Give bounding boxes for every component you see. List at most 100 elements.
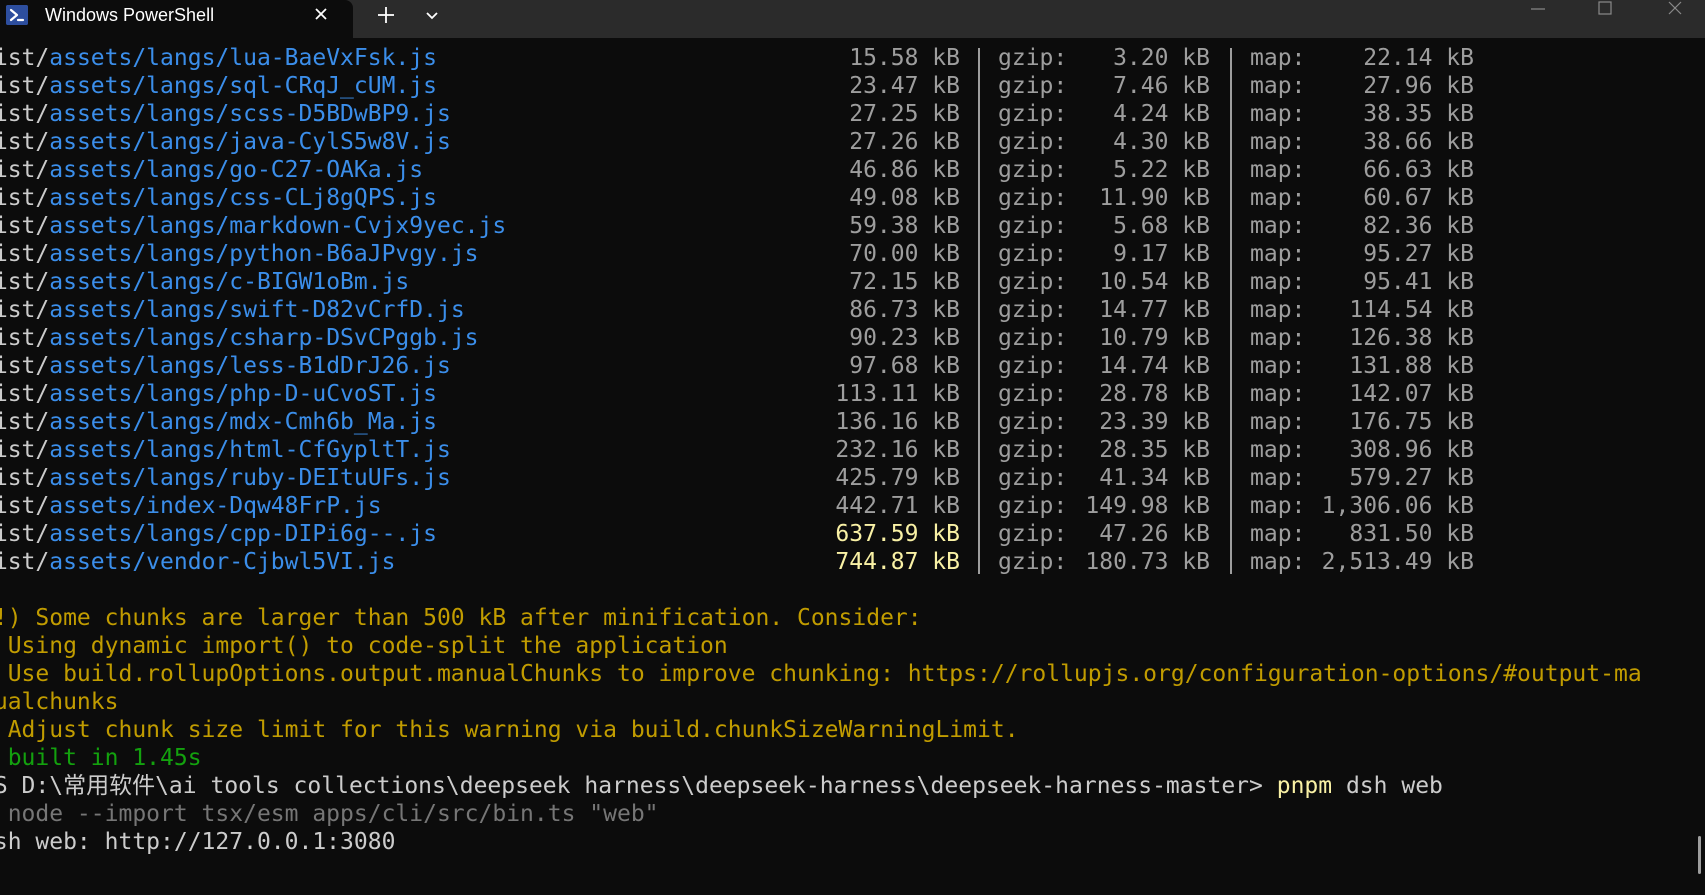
- asset-path: dist/assets/langs/c-BIGW1oBm.js: [0, 268, 409, 296]
- asset-path: dist/assets/langs/markdown-Cvjx9yec.js: [0, 212, 506, 240]
- asset-size: 23.47 kB: [849, 73, 960, 99]
- gzip-size: 11.90 kB: [1099, 185, 1210, 211]
- asset-path-prefix: dist/: [0, 381, 50, 407]
- map-size: 82.36 kB: [1363, 213, 1474, 239]
- asset-path-file: assets/langs/markdown-Cvjx9yec.js: [49, 213, 507, 239]
- tab-powershell[interactable]: Windows PowerShell: [0, 0, 353, 38]
- map-label: map:: [1250, 409, 1306, 435]
- map-label: map:: [1250, 437, 1306, 463]
- gzip-size: 4.30 kB: [1113, 129, 1210, 155]
- map-size: 22.14 kB: [1363, 45, 1474, 71]
- gzip-size: 28.35 kB: [1099, 437, 1210, 463]
- asset-size: 46.86 kB: [849, 157, 960, 183]
- asset-path-prefix: dist/: [0, 185, 50, 211]
- asset-path-file: assets/langs/sql-CRqJ_cUM.js: [49, 73, 437, 99]
- asset-size: 232.16 kB: [835, 437, 960, 463]
- command-args: dsh web: [1332, 773, 1443, 799]
- new-tab-button[interactable]: [373, 2, 399, 28]
- terminal-output[interactable]: dist/assets/langs/lua-BaeVxFsk.js 15.58 k…: [0, 38, 1705, 895]
- map-label: map:: [1250, 381, 1306, 407]
- map-label: map:: [1250, 73, 1306, 99]
- asset-path: dist/assets/langs/css-CLj8gQPS.js: [0, 184, 437, 212]
- asset-size: 27.26 kB: [849, 129, 960, 155]
- map-size: 308.96 kB: [1349, 437, 1474, 463]
- asset-path-prefix: dist/: [0, 129, 50, 155]
- maximize-button[interactable]: [1585, 0, 1625, 22]
- column-separator: [978, 48, 980, 574]
- gzip-size: 41.34 kB: [1099, 465, 1210, 491]
- title-bar: Windows PowerShell: [0, 0, 1705, 38]
- asset-path: dist/assets/langs/mdx-Cmh6b_Ma.js: [0, 408, 437, 436]
- scrollbar[interactable]: [1698, 836, 1701, 874]
- map-size: 114.54 kB: [1349, 297, 1474, 323]
- command-name: pnpm: [1276, 773, 1333, 799]
- asset-path-file: assets/langs/less-B1dDrJ26.js: [49, 353, 451, 379]
- echo-line: $ node --import tsx/esm apps/cli/src/bin…: [0, 801, 659, 827]
- asset-size: 425.79 kB: [835, 465, 960, 491]
- map-size: 176.75 kB: [1349, 409, 1474, 435]
- asset-path: dist/assets/langs/cpp-DIPi6g--.js: [0, 520, 437, 548]
- asset-path-prefix: dist/: [0, 493, 50, 519]
- server-url-line[interactable]: dsh web: http://127.0.0.1:3080: [0, 828, 395, 856]
- asset-size: 59.38 kB: [849, 213, 960, 239]
- maximize-icon: [1598, 1, 1612, 15]
- gzip-size: 180.73 kB: [1085, 549, 1210, 575]
- map-size: 579.27 kB: [1349, 465, 1474, 491]
- asset-path: dist/assets/langs/php-D-uCvoST.js: [0, 380, 437, 408]
- asset-path-prefix: dist/: [0, 353, 50, 379]
- asset-path-file: assets/langs/lua-BaeVxFsk.js: [49, 45, 437, 71]
- map-size: 142.07 kB: [1349, 381, 1474, 407]
- map-label: map:: [1250, 297, 1306, 323]
- asset-path-prefix: dist/: [0, 213, 50, 239]
- map-label: map:: [1250, 325, 1306, 351]
- asset-path-prefix: dist/: [0, 45, 50, 71]
- asset-path-file: assets/langs/go-C27-OAKa.js: [49, 157, 424, 183]
- close-icon: [1668, 1, 1682, 15]
- plus-icon: [378, 7, 394, 23]
- asset-path: dist/assets/langs/html-CfGypltT.js: [0, 436, 451, 464]
- map-label: map:: [1250, 493, 1306, 519]
- map-size: 27.96 kB: [1363, 73, 1474, 99]
- warning-line: - Adjust chunk size limit for this warni…: [0, 717, 1019, 743]
- gzip-size: 5.68 kB: [1113, 213, 1210, 239]
- asset-size: 136.16 kB: [835, 409, 960, 435]
- gzip-size: 23.39 kB: [1099, 409, 1210, 435]
- asset-path-prefix: dist/: [0, 269, 50, 295]
- window-close-button[interactable]: [1655, 0, 1695, 22]
- map-size: 1,306.06 kB: [1321, 493, 1474, 519]
- asset-path: dist/assets/langs/less-B1dDrJ26.js: [0, 352, 451, 380]
- asset-size: 49.08 kB: [849, 185, 960, 211]
- gzip-size: 4.24 kB: [1113, 101, 1210, 127]
- close-icon[interactable]: [310, 3, 332, 25]
- asset-path-prefix: dist/: [0, 241, 50, 267]
- map-size: 66.63 kB: [1363, 157, 1474, 183]
- asset-size: 97.68 kB: [849, 353, 960, 379]
- asset-path: dist/assets/langs/lua-BaeVxFsk.js: [0, 44, 437, 72]
- map-size: 831.50 kB: [1349, 521, 1474, 547]
- gzip-size: 14.77 kB: [1099, 297, 1210, 323]
- warning-line: - Using dynamic import() to code-split t…: [0, 633, 728, 659]
- map-label: map:: [1250, 269, 1306, 295]
- chevron-down-icon: [426, 12, 438, 20]
- warning-line: - Use build.rollupOptions.output.manualC…: [0, 661, 1642, 687]
- warning-line: (!) Some chunks are larger than 500 kB a…: [0, 605, 922, 631]
- asset-path-prefix: dist/: [0, 101, 50, 127]
- map-label: map:: [1250, 157, 1306, 183]
- map-size: 60.67 kB: [1363, 185, 1474, 211]
- asset-path-file: assets/langs/ruby-DEItuUFs.js: [49, 465, 451, 491]
- gzip-size: 47.26 kB: [1099, 521, 1210, 547]
- tab-dropdown-button[interactable]: [420, 2, 444, 28]
- asset-size: 72.15 kB: [849, 269, 960, 295]
- prompt-line: PS D:\常用软件\ai tools collections\deepseek…: [0, 772, 1443, 800]
- asset-size: 442.71 kB: [835, 493, 960, 519]
- minimize-button[interactable]: [1518, 0, 1558, 22]
- map-size: 38.35 kB: [1363, 101, 1474, 127]
- map-size: 2,513.49 kB: [1321, 549, 1474, 575]
- asset-path-prefix: dist/: [0, 465, 50, 491]
- asset-size: 70.00 kB: [849, 241, 960, 267]
- asset-path-file: assets/langs/cpp-DIPi6g--.js: [49, 521, 437, 547]
- minimize-icon: [1531, 8, 1545, 10]
- powershell-icon: [6, 5, 28, 25]
- asset-path-file: assets/langs/html-CfGypltT.js: [49, 437, 451, 463]
- gzip-size: 3.20 kB: [1113, 45, 1210, 71]
